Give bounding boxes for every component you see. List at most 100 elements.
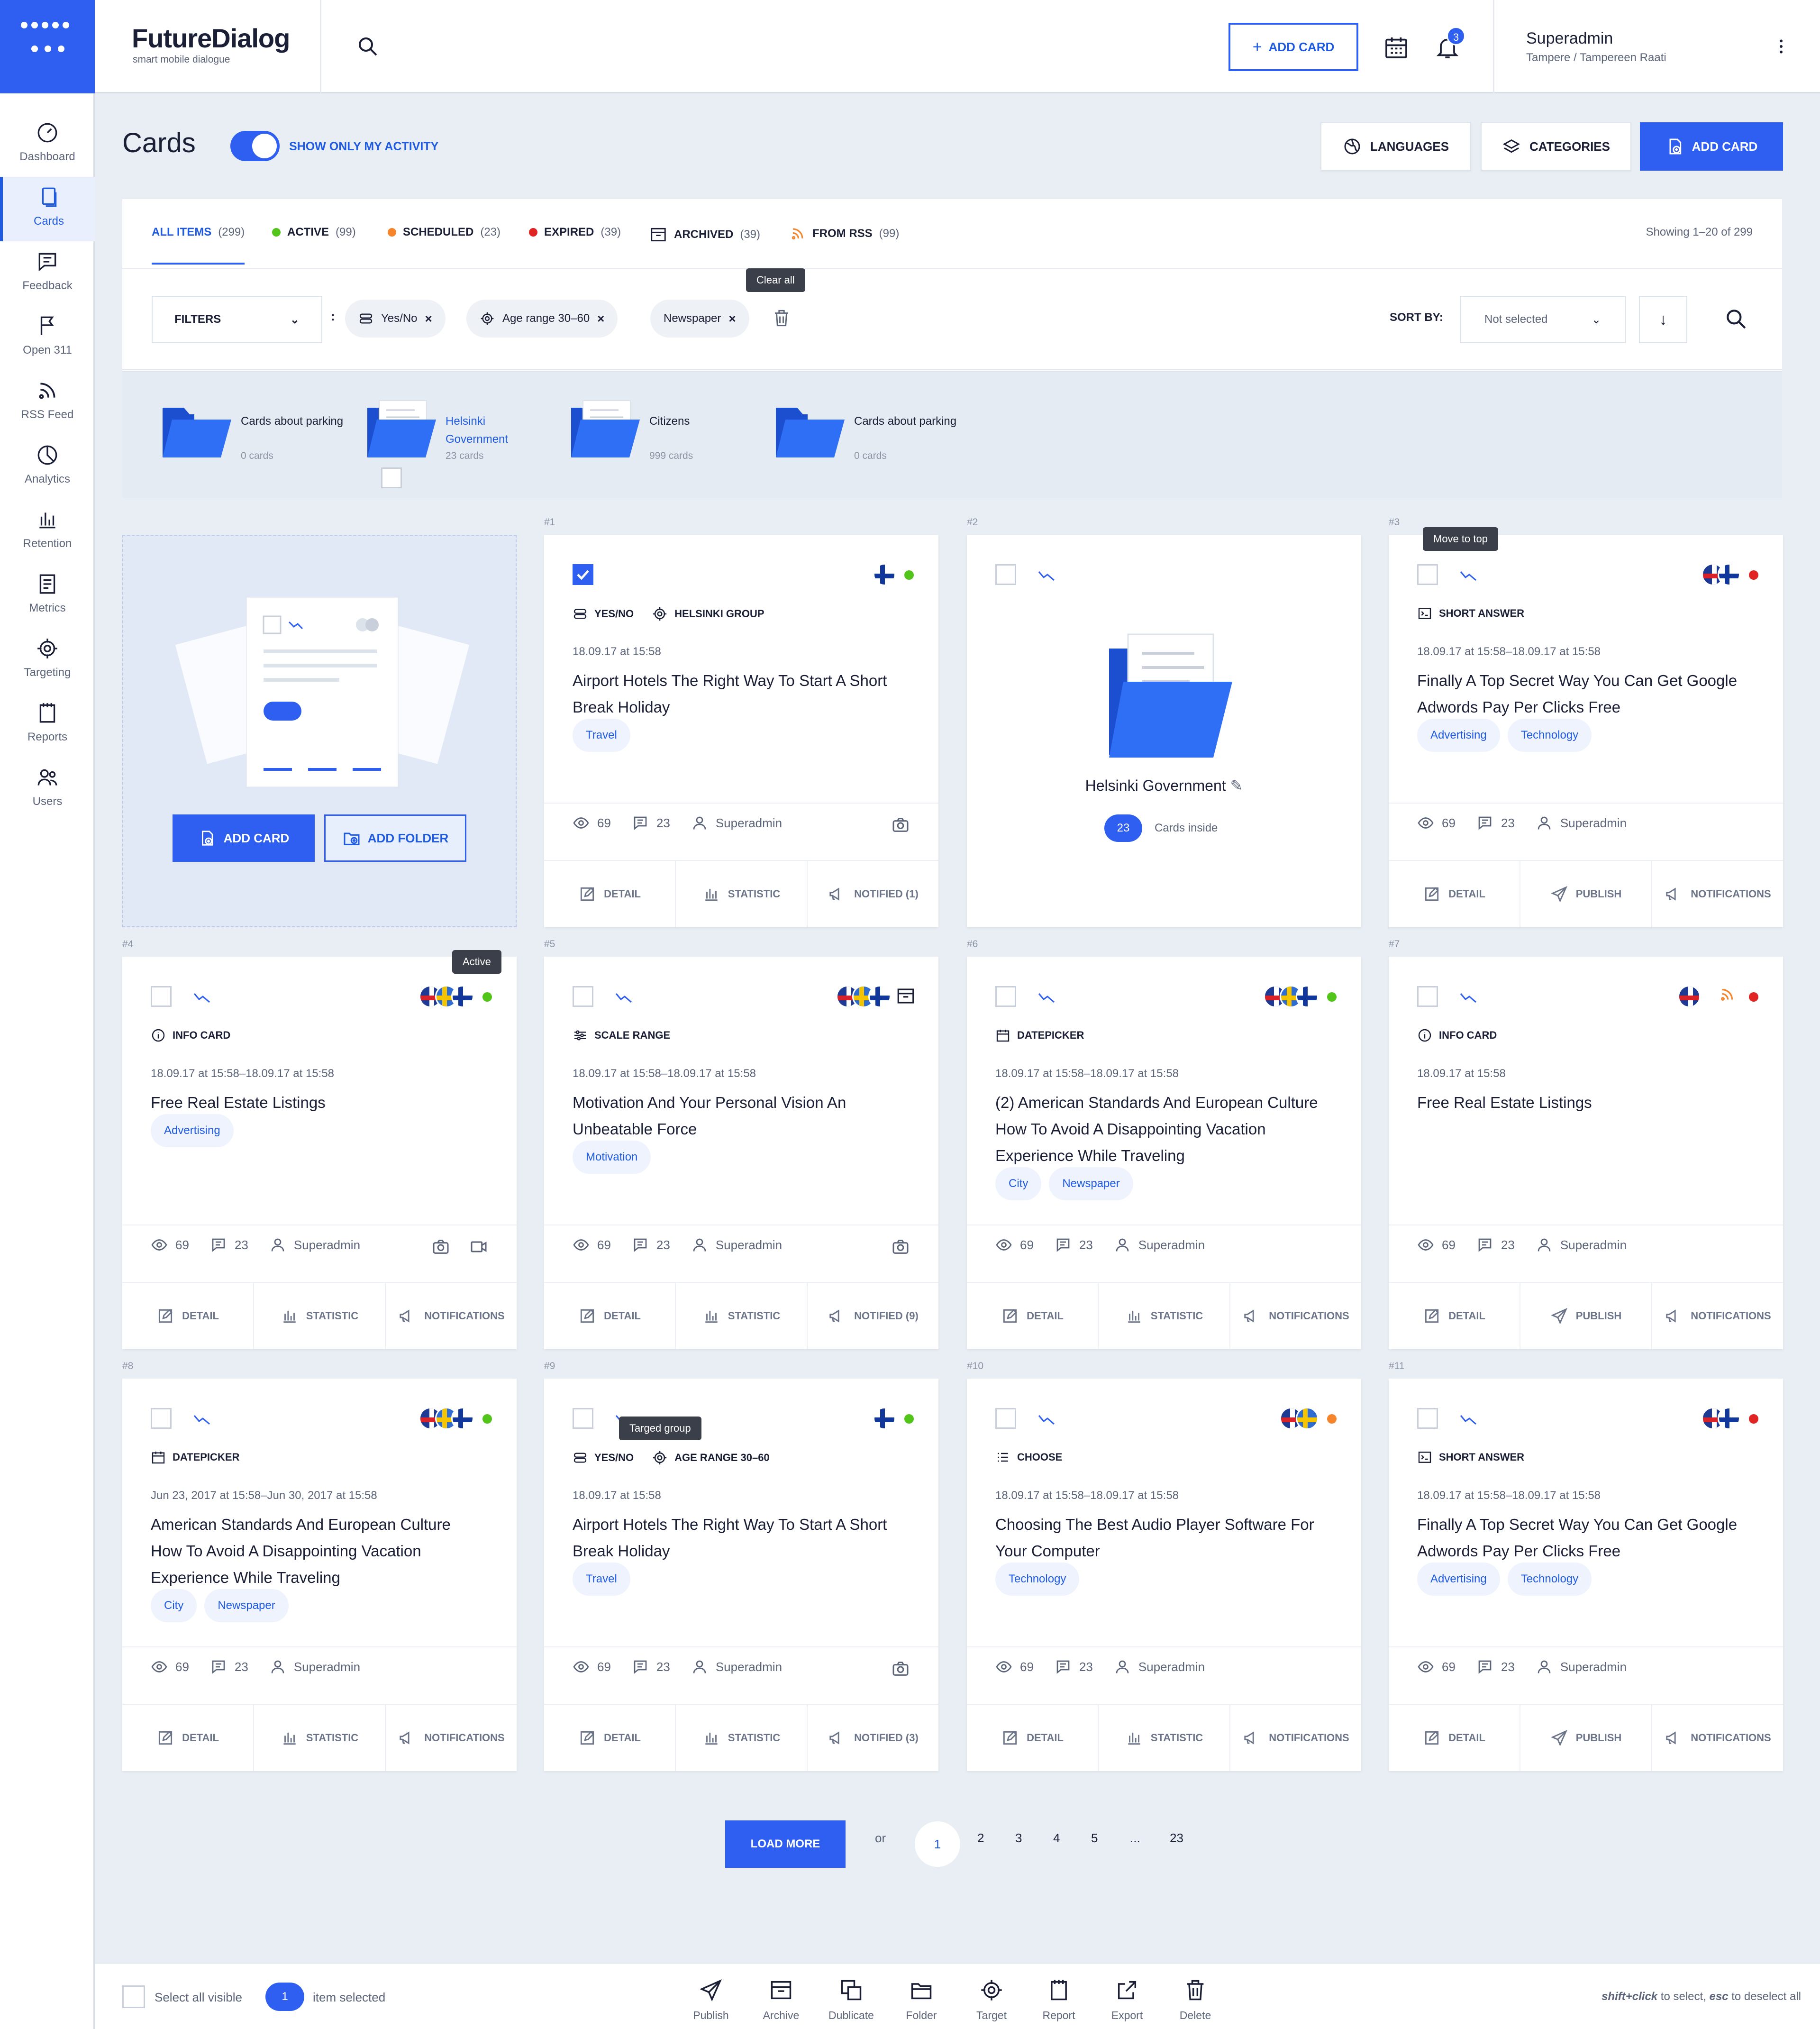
comments[interactable]: 23 [210, 1658, 248, 1675]
notifications-button[interactable]: NOTIFIED (1) [808, 861, 938, 927]
card-title[interactable]: Choosing The Best Audio Player Software … [995, 1511, 1327, 1564]
tab-active[interactable]: ACTIVE (99) [272, 226, 356, 239]
sidebar-item-metrics[interactable]: Metrics [0, 564, 95, 628]
card-checkbox[interactable] [1417, 1408, 1438, 1429]
move-to-top-button[interactable] [1459, 1412, 1478, 1428]
statistic-button[interactable]: STATISTIC [1099, 1283, 1230, 1349]
statistic-button[interactable]: STATISTIC [254, 1705, 386, 1771]
bulk-folder-button[interactable]: Folder [893, 1978, 950, 2022]
sidebar-item-rss[interactable]: RSS Feed [0, 370, 95, 435]
tab-expired[interactable]: EXPIRED (39) [529, 226, 621, 239]
sidebar-item-cards[interactable]: Cards [0, 177, 95, 241]
page-button[interactable]: 23 [1170, 1831, 1183, 1846]
notifications-button[interactable]: NOTIFICATIONS [1652, 861, 1783, 927]
card[interactable]: #4 INFO CARD 18.09.17 at 15:58–18.09.17 at… [122, 939, 517, 1349]
detail-button[interactable]: DETAIL [122, 1705, 254, 1771]
category-tag[interactable]: Advertising [151, 1114, 234, 1147]
detail-button[interactable]: DETAIL [122, 1283, 254, 1349]
sidebar-item-targeting[interactable]: Targeting [0, 628, 95, 693]
tab-scheduled[interactable]: SCHEDULED (23) [388, 226, 500, 239]
category-tag[interactable]: Newspaper [204, 1589, 289, 1622]
card-title[interactable]: Finally A Top Secret Way You Can Get Goo… [1417, 667, 1749, 721]
search-icon[interactable] [356, 35, 379, 58]
comments[interactable]: 23 [1055, 1658, 1093, 1675]
category-tag[interactable]: Motivation [573, 1141, 651, 1174]
folder-card[interactable]: #2 Helsinki Government ✎ 23 Cards inside [967, 517, 1361, 927]
card-title[interactable]: American Standards And European Culture … [151, 1511, 482, 1591]
category-tag[interactable]: Technology [1507, 719, 1592, 752]
card-checkbox[interactable] [573, 986, 593, 1007]
bulk-publish-button[interactable]: Publish [682, 1978, 739, 2022]
notifications-button[interactable]: NOTIFICATIONS [386, 1283, 517, 1349]
move-to-top-button[interactable] [192, 1412, 211, 1428]
comments[interactable]: 23 [1476, 1236, 1515, 1253]
select-all-checkbox[interactable] [122, 1985, 145, 2008]
card[interactable]: #6 DATEPICKER 18.09.17 at 15:58–18.09.17 a… [967, 939, 1361, 1349]
detail-button[interactable]: DETAIL [1389, 861, 1520, 927]
move-to-top-button[interactable] [192, 990, 211, 1006]
calendar-icon[interactable] [1383, 34, 1410, 61]
bulk-archive-button[interactable]: Archive [753, 1978, 810, 2022]
card[interactable]: #11 SHORT ANSWER 18.09.17 at 15:58–18.09.1… [1389, 1361, 1783, 1771]
card-checkbox[interactable] [1417, 986, 1438, 1007]
page-button[interactable]: 4 [1053, 1831, 1060, 1846]
move-to-top-button[interactable] [1037, 990, 1056, 1006]
card-checkbox[interactable] [1417, 564, 1438, 585]
folder-item[interactable]: Cards about parking 0 cards [769, 398, 968, 469]
sidebar-item-reports[interactable]: Reports [0, 693, 95, 757]
sort-direction-button[interactable]: ↓ [1639, 296, 1687, 343]
sidebar-item-feedback[interactable]: Feedback [0, 241, 95, 306]
load-more-button[interactable]: LOAD MORE [725, 1820, 846, 1868]
filters-dropdown[interactable]: FILTERS ⌄ [152, 296, 322, 343]
bulk-export-button[interactable]: Export [1099, 1978, 1156, 2022]
bulk-target-button[interactable]: Target [963, 1978, 1020, 2022]
move-to-top-button[interactable] [614, 990, 633, 1006]
card[interactable]: #9 YES/NO AGE RANGE 30–60 18.09.17 at 15:58… [544, 1361, 938, 1771]
card-checkbox[interactable] [995, 564, 1016, 585]
bulk-delete-button[interactable]: Delete [1167, 1978, 1224, 2022]
filter-chip-age[interactable]: Age range 30–60 × [466, 300, 618, 338]
tab-archived[interactable]: ARCHIVED (39) [649, 226, 760, 244]
statistic-button[interactable]: STATISTIC [676, 861, 808, 927]
tab-from-rss[interactable]: FROM RSS (99) [790, 226, 899, 242]
card-title[interactable]: Airport Hotels The Right Way To Start A … [573, 1511, 904, 1564]
filter-chip-yesno[interactable]: Yes/No × [345, 300, 446, 338]
bulk-dublicate-button[interactable]: Dublicate [823, 1978, 880, 2022]
detail-button[interactable]: DETAIL [1389, 1283, 1520, 1349]
notifications-button[interactable]: NOTIFIED (9) [808, 1283, 938, 1349]
sidebar-item-dashboard[interactable]: Dashboard [0, 112, 95, 177]
detail-button[interactable]: DETAIL [1389, 1705, 1520, 1771]
comments[interactable]: 23 [1476, 814, 1515, 832]
sidebar-item-analytics[interactable]: Analytics [0, 435, 95, 499]
comments[interactable]: 23 [632, 814, 670, 832]
notifications-button[interactable]: NOTIFICATIONS [1230, 1283, 1361, 1349]
card[interactable]: #8 DATEPICKER Jun 23, 2017 at 15:58–Jun 30… [122, 1361, 517, 1771]
pencil-icon[interactable]: ✎ [1230, 777, 1243, 794]
category-tag[interactable]: Advertising [1417, 719, 1500, 752]
card-checkbox[interactable] [573, 564, 593, 585]
publish-button[interactable]: PUBLISH [1520, 861, 1652, 927]
detail-button[interactable]: DETAIL [967, 1705, 1099, 1771]
category-tag[interactable]: Technology [1507, 1563, 1592, 1596]
comments[interactable]: 23 [632, 1658, 670, 1675]
publish-button[interactable]: PUBLISH [1520, 1705, 1652, 1771]
folder-item[interactable]: Cards about parking 0 cards [155, 398, 355, 469]
notifications-button[interactable]: NOTIFICATIONS [1652, 1283, 1783, 1349]
notifications-button[interactable]: NOTIFIED (3) [808, 1705, 938, 1771]
detail-button[interactable]: DETAIL [544, 861, 676, 927]
placeholder-add-card-button[interactable]: ADD CARD [173, 814, 315, 862]
detail-button[interactable]: DETAIL [544, 1283, 676, 1349]
folder-checkbox[interactable] [381, 467, 402, 488]
statistic-button[interactable]: STATISTIC [676, 1705, 808, 1771]
category-tag[interactable]: Technology [995, 1563, 1080, 1596]
trend-icon[interactable] [1037, 568, 1056, 582]
sidebar-item-users[interactable]: Users [0, 757, 95, 822]
notifications-button[interactable]: NOTIFICATIONS [386, 1705, 517, 1771]
notifications-button[interactable]: NOTIFICATIONS [1230, 1705, 1361, 1771]
activity-toggle[interactable] [230, 131, 280, 161]
card-checkbox[interactable] [573, 1408, 593, 1429]
card-title[interactable]: Motivation And Your Personal Vision An U… [573, 1089, 904, 1142]
bulk-report-button[interactable]: Report [1030, 1978, 1087, 2022]
publish-button[interactable]: PUBLISH [1520, 1283, 1652, 1349]
filter-chip-newspaper[interactable]: Newspaper × [650, 300, 749, 338]
